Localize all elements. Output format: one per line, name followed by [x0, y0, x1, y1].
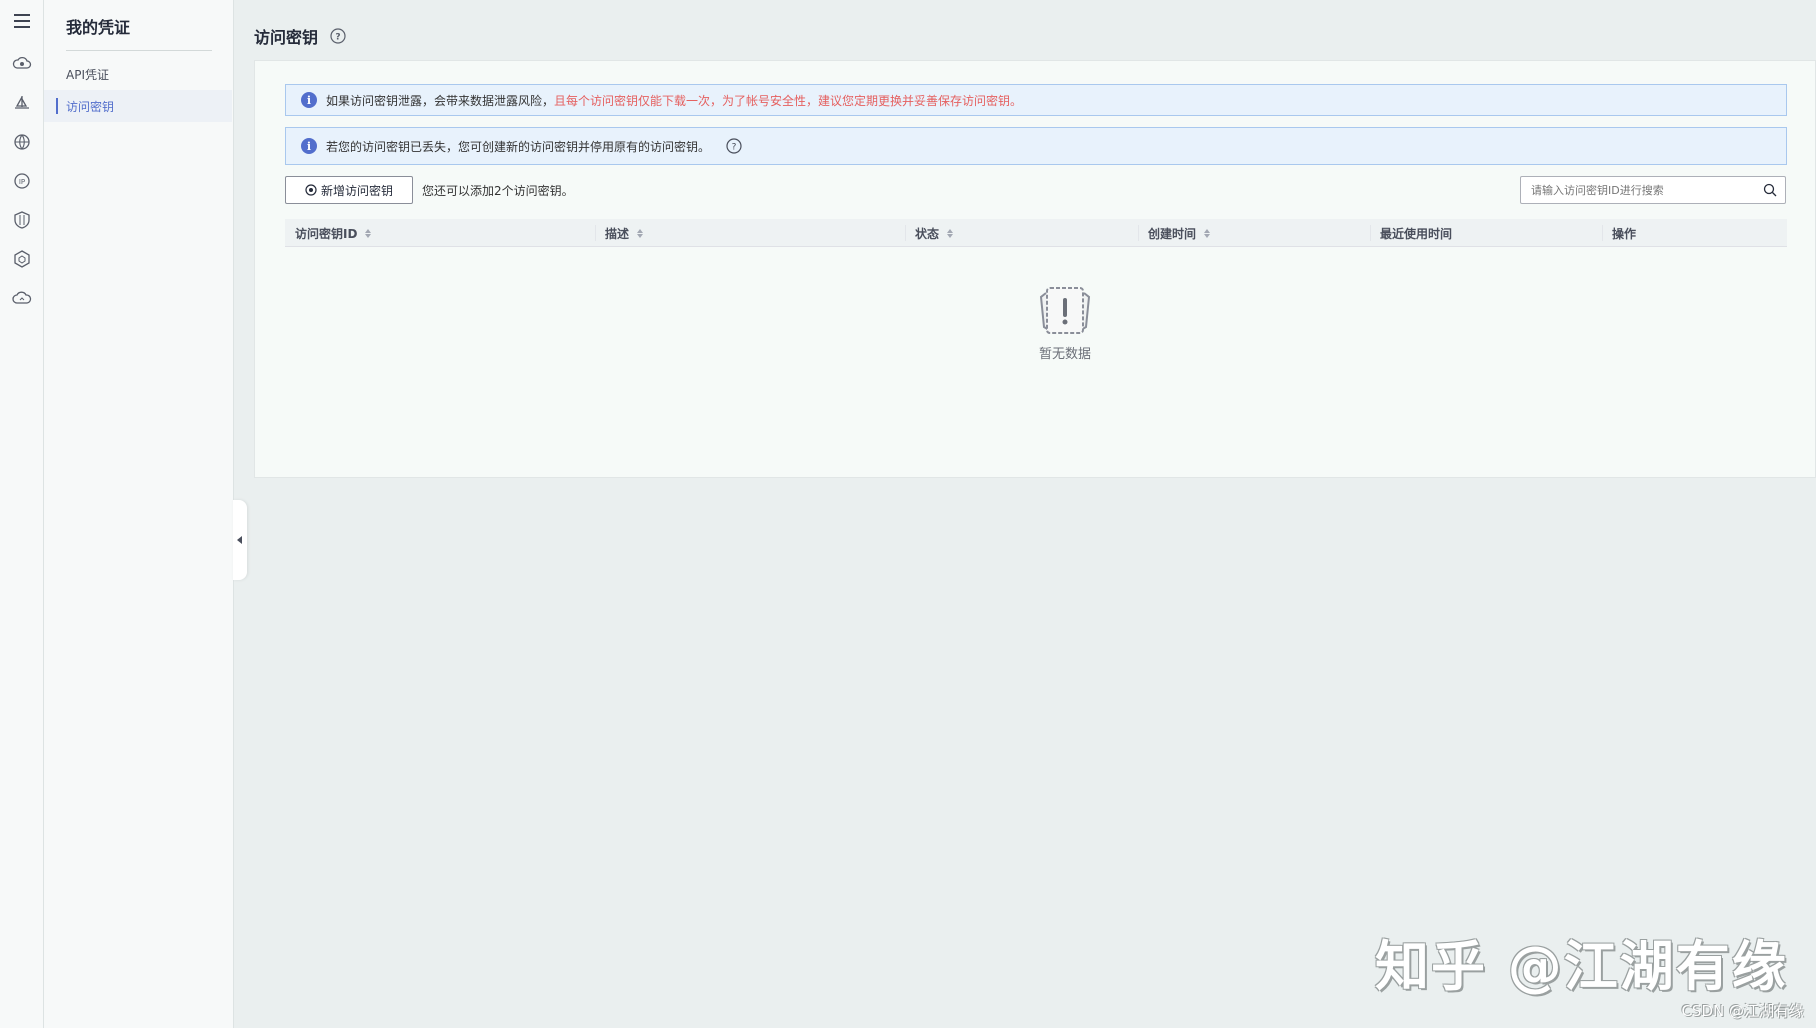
- alert-lost-key: i 若您的访问密钥已丢失，您可创建新的访问密钥并停用原有的访问密钥。 ?: [285, 127, 1787, 165]
- svg-text:?: ?: [732, 143, 737, 153]
- search-input[interactable]: [1531, 183, 1755, 197]
- add-access-key-label: 新增访问密钥: [320, 183, 393, 198]
- alert-text: 如果访问密钥泄露，会带来数据泄露风险，: [326, 93, 555, 108]
- column-header-status[interactable]: 状态: [905, 219, 954, 247]
- alert-leak-warning: i 如果访问密钥泄露，会带来数据泄露风险， 且每个访问密钥仅能下载一次，为了帐号安…: [285, 84, 1787, 116]
- column-header-last-used-time: 最近使用时间: [1370, 219, 1452, 247]
- search-icon[interactable]: [1755, 183, 1785, 197]
- cloud-icon[interactable]: [0, 281, 44, 315]
- cloud-eye-icon[interactable]: [0, 47, 44, 81]
- credentials-sidebar: 我的凭证 API凭证 访问密钥: [44, 0, 234, 1028]
- column-header-actions: 操作: [1602, 219, 1636, 247]
- csdn-watermark: CSDN @江湖有缘: [1681, 1002, 1804, 1020]
- info-icon: i: [301, 92, 317, 108]
- help-icon[interactable]: ?: [726, 138, 742, 154]
- svg-text:?: ?: [335, 33, 340, 43]
- add-circle-icon: [305, 184, 317, 196]
- access-keys-panel: i 如果访问密钥泄露，会带来数据泄露风险， 且每个访问密钥仅能下载一次，为了帐号安…: [254, 60, 1816, 478]
- sidebar-collapse-toggle[interactable]: [233, 500, 247, 580]
- sidebar-item-label: API凭证: [66, 67, 109, 82]
- sidebar-item-access-keys[interactable]: 访问密钥: [44, 90, 232, 122]
- ip-icon[interactable]: IP: [0, 164, 44, 198]
- table-header: 访问密钥ID 描述 状态 创建时间 最近使用时间 操作: [285, 219, 1787, 247]
- column-label: 状态: [915, 226, 940, 241]
- column-header-access-key-id[interactable]: 访问密钥ID: [285, 219, 372, 247]
- column-header-description[interactable]: 描述: [595, 219, 644, 247]
- alert-warning-text: 且每个访问密钥仅能下载一次，为了帐号安全性，建议您定期更换并妥善保存访问密钥。: [554, 93, 1023, 108]
- sidebar-title: 我的凭证: [66, 18, 131, 37]
- search-box: [1520, 176, 1786, 204]
- column-label: 访问密钥ID: [295, 226, 358, 241]
- add-access-key-button[interactable]: 新增访问密钥: [285, 176, 413, 204]
- sort-icon[interactable]: [1204, 228, 1211, 238]
- sort-icon[interactable]: [365, 228, 372, 238]
- sort-icon[interactable]: [947, 228, 954, 238]
- sidebar-divider: [66, 50, 212, 51]
- svg-text:IP: IP: [19, 178, 25, 186]
- active-indicator: [56, 98, 58, 114]
- column-label: 操作: [1612, 226, 1637, 241]
- page-title: 访问密钥: [254, 28, 319, 47]
- caret-left-icon: [237, 536, 242, 544]
- icon-rail: IP: [0, 0, 44, 1028]
- info-icon: i: [301, 138, 317, 154]
- help-icon[interactable]: ?: [330, 28, 346, 44]
- empty-state-text: 暂无数据: [1038, 347, 1091, 362]
- sidebar-item-api-credentials[interactable]: API凭证: [44, 58, 232, 90]
- cube-icon[interactable]: [0, 242, 44, 276]
- sidebar-item-label: 访问密钥: [66, 99, 115, 114]
- sort-icon[interactable]: [637, 228, 644, 238]
- column-label: 创建时间: [1148, 226, 1197, 241]
- column-header-created-time[interactable]: 创建时间: [1138, 219, 1211, 247]
- column-label: 描述: [605, 226, 630, 241]
- globe-icon[interactable]: [0, 125, 44, 159]
- quota-text: 您还可以添加2个访问密钥。: [422, 184, 574, 198]
- zhihu-watermark: 知乎 @江湖有缘: [1375, 935, 1788, 998]
- column-label: 最近使用时间: [1380, 226, 1453, 241]
- shield-icon[interactable]: [0, 203, 44, 237]
- empty-state: 暂无数据: [1015, 285, 1115, 362]
- page-title-row: 访问密钥 ?: [254, 24, 346, 48]
- alert-text: 若您的访问密钥已丢失，您可创建新的访问密钥并停用原有的访问密钥。: [326, 139, 711, 154]
- menu-icon[interactable]: [0, 4, 44, 38]
- empty-data-icon: [1039, 287, 1091, 334]
- sailboat-icon[interactable]: [0, 86, 44, 120]
